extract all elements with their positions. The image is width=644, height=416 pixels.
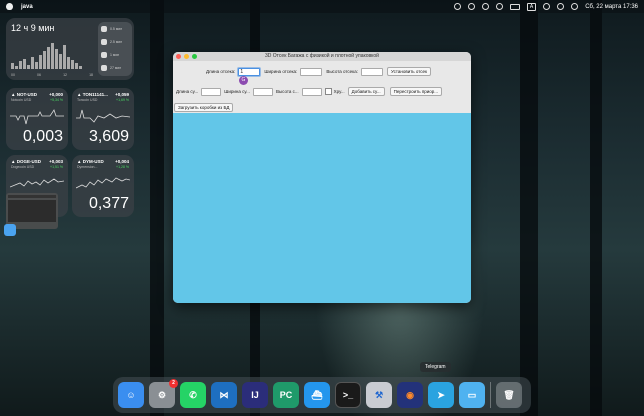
finder-icon[interactable] — [4, 224, 16, 236]
screen-time-apps: 0.5 мин 2.5 мин 1 мин 27 мин — [98, 22, 132, 76]
search-icon[interactable] — [557, 3, 565, 10]
background-tree — [150, 0, 164, 416]
suitcase-length-input[interactable] — [201, 87, 222, 96]
terminal-icon[interactable]: >_ — [335, 382, 361, 408]
control-center-icon[interactable] — [571, 3, 579, 10]
suitcase-width-label: Ширина су... — [224, 89, 250, 94]
input-badge: G — [239, 76, 248, 85]
intellij-icon[interactable]: IJ — [242, 382, 268, 408]
dock-tooltip: Telegram — [420, 362, 451, 372]
folder-icon[interactable]: ▭ — [459, 382, 485, 408]
gear-icon[interactable] — [453, 3, 461, 10]
3d-viewport[interactable] — [173, 113, 471, 303]
screen-time-total: 12 ч 9 мин — [11, 23, 55, 33]
record-icon[interactable] — [481, 3, 489, 10]
close-icon[interactable] — [176, 54, 181, 59]
vscode-icon[interactable]: ⋈ — [211, 382, 237, 408]
fragile-label: Хру... — [333, 89, 345, 94]
settings-icon[interactable]: ⚙ 2 — [149, 379, 178, 408]
dock: ☺ ⚙ 2 ✆ ⋈ IJ PC ⛴ >_ ⚒ ◉ ➤ ▭ 🗑 — [113, 377, 531, 413]
stock-symbol: ▲ NOT-USD — [11, 92, 37, 97]
active-app-name[interactable]: java — [21, 4, 33, 10]
zoom-icon[interactable] — [192, 54, 197, 59]
compartment-row: Длина отсека: 1 Ширина отсека: Высота от… — [206, 67, 432, 76]
stock-chart — [76, 177, 130, 189]
add-suitcase-button[interactable]: Добавить су... — [347, 87, 385, 96]
wifi-icon[interactable] — [543, 3, 551, 10]
window-title: 3D Отсек Багажа с физикой и плотной упак… — [265, 53, 379, 59]
stock-widget-dym[interactable]: ▲ DYM-USD +0,004 Dymension... +1,28 % 0,37… — [72, 155, 134, 217]
set-compartment-button[interactable]: Установить отсек — [387, 67, 432, 76]
suitcase-row: Длина су... Ширина су... Высота с... Хру… — [176, 87, 443, 96]
stock-symbol: ▲ DYM-USD — [77, 159, 104, 164]
suitcase-length-label: Длина су... — [176, 89, 199, 94]
stock-widget-not[interactable]: ▲ NOT-USD +0,000 Notcoin USD +5,34 % 0,003 — [6, 88, 68, 150]
fragile-checkbox[interactable] — [324, 88, 332, 95]
stock-symbol: ▲ TON11141... — [77, 92, 108, 97]
whatsapp-icon[interactable]: ✆ — [180, 382, 206, 408]
menu-bar: java A Сб, 22 марта 17:36 — [0, 0, 644, 13]
minimize-icon[interactable] — [184, 54, 189, 59]
app-usage-row: 0.5 мин — [98, 22, 132, 35]
battery-icon[interactable] — [509, 3, 520, 10]
trash-icon[interactable]: 🗑 — [496, 382, 522, 408]
screen-time-chart — [11, 39, 93, 69]
xcode-icon[interactable]: ⚒ — [366, 382, 392, 408]
compartment-height-input[interactable] — [361, 67, 384, 76]
input-source-icon[interactable]: A — [526, 2, 537, 11]
docker-icon[interactable]: ⛴ — [304, 382, 330, 408]
app-usage-row: 27 мин — [98, 61, 132, 74]
apple-icon[interactable] — [6, 3, 13, 10]
suitcase-height-label: Высота с... — [275, 89, 299, 94]
date-time[interactable]: Сб, 22 марта 17:36 — [585, 4, 638, 10]
chat-icon[interactable] — [467, 3, 475, 10]
suitcase-height-input[interactable] — [301, 87, 322, 96]
stock-price: 0,003 — [22, 128, 63, 145]
window-titlebar[interactable]: 3D Отсек Багажа с физикой и плотной упак… — [173, 52, 471, 61]
status-area: A Сб, 22 марта 17:36 — [453, 2, 638, 11]
finder-icon[interactable]: ☺ — [118, 382, 144, 408]
load-row: Загрузить коробки из БД — [174, 103, 234, 112]
dock-separator — [490, 382, 491, 408]
app-usage-row: 1 мин — [98, 48, 132, 61]
screen-time-widget[interactable]: 12 ч 9 мин 00 06 12 18 0.5 мин 2.5 мин 1 м… — [6, 18, 134, 80]
stock-symbol: ▲ DOGE-USD — [11, 159, 41, 164]
stock-chart — [10, 109, 64, 125]
app-window: 3D Отсек Багажа с физикой и плотной упак… — [173, 52, 471, 303]
height-label: Высота отсека: — [326, 69, 359, 74]
pycharm-icon[interactable]: PC — [273, 382, 299, 408]
notification-badge: 2 — [169, 379, 178, 388]
bluetooth-icon[interactable] — [495, 3, 503, 10]
compartment-width-input[interactable] — [300, 67, 323, 76]
stock-widget-ton[interactable]: ▲ TON11141... +0,059 Toncoin USD +1,69 % 3… — [72, 88, 134, 150]
screen-time-axis: 00 06 12 18 — [11, 73, 93, 77]
rebuild-priority-button[interactable]: Перестроить приор... — [389, 87, 443, 96]
length-label: Длина отсека: — [206, 69, 236, 74]
app-usage-row: 2.5 мин — [98, 35, 132, 48]
background-tree — [590, 0, 602, 416]
stock-price: 3,609 — [88, 128, 129, 145]
compartment-length-input[interactable]: 1 — [238, 67, 261, 76]
telegram-icon[interactable]: ➤ — [428, 382, 454, 408]
window-controls — [176, 54, 197, 59]
stock-chart — [76, 109, 130, 123]
stock-price: 0,377 — [88, 195, 129, 212]
background-tree — [520, 0, 538, 416]
width-label: Ширина отсека: — [264, 69, 298, 74]
firefox-icon[interactable]: ◉ — [397, 382, 423, 408]
suitcase-width-input[interactable] — [252, 87, 273, 96]
stock-chart — [10, 178, 64, 188]
load-boxes-button[interactable]: Загрузить коробки из БД — [174, 103, 234, 112]
